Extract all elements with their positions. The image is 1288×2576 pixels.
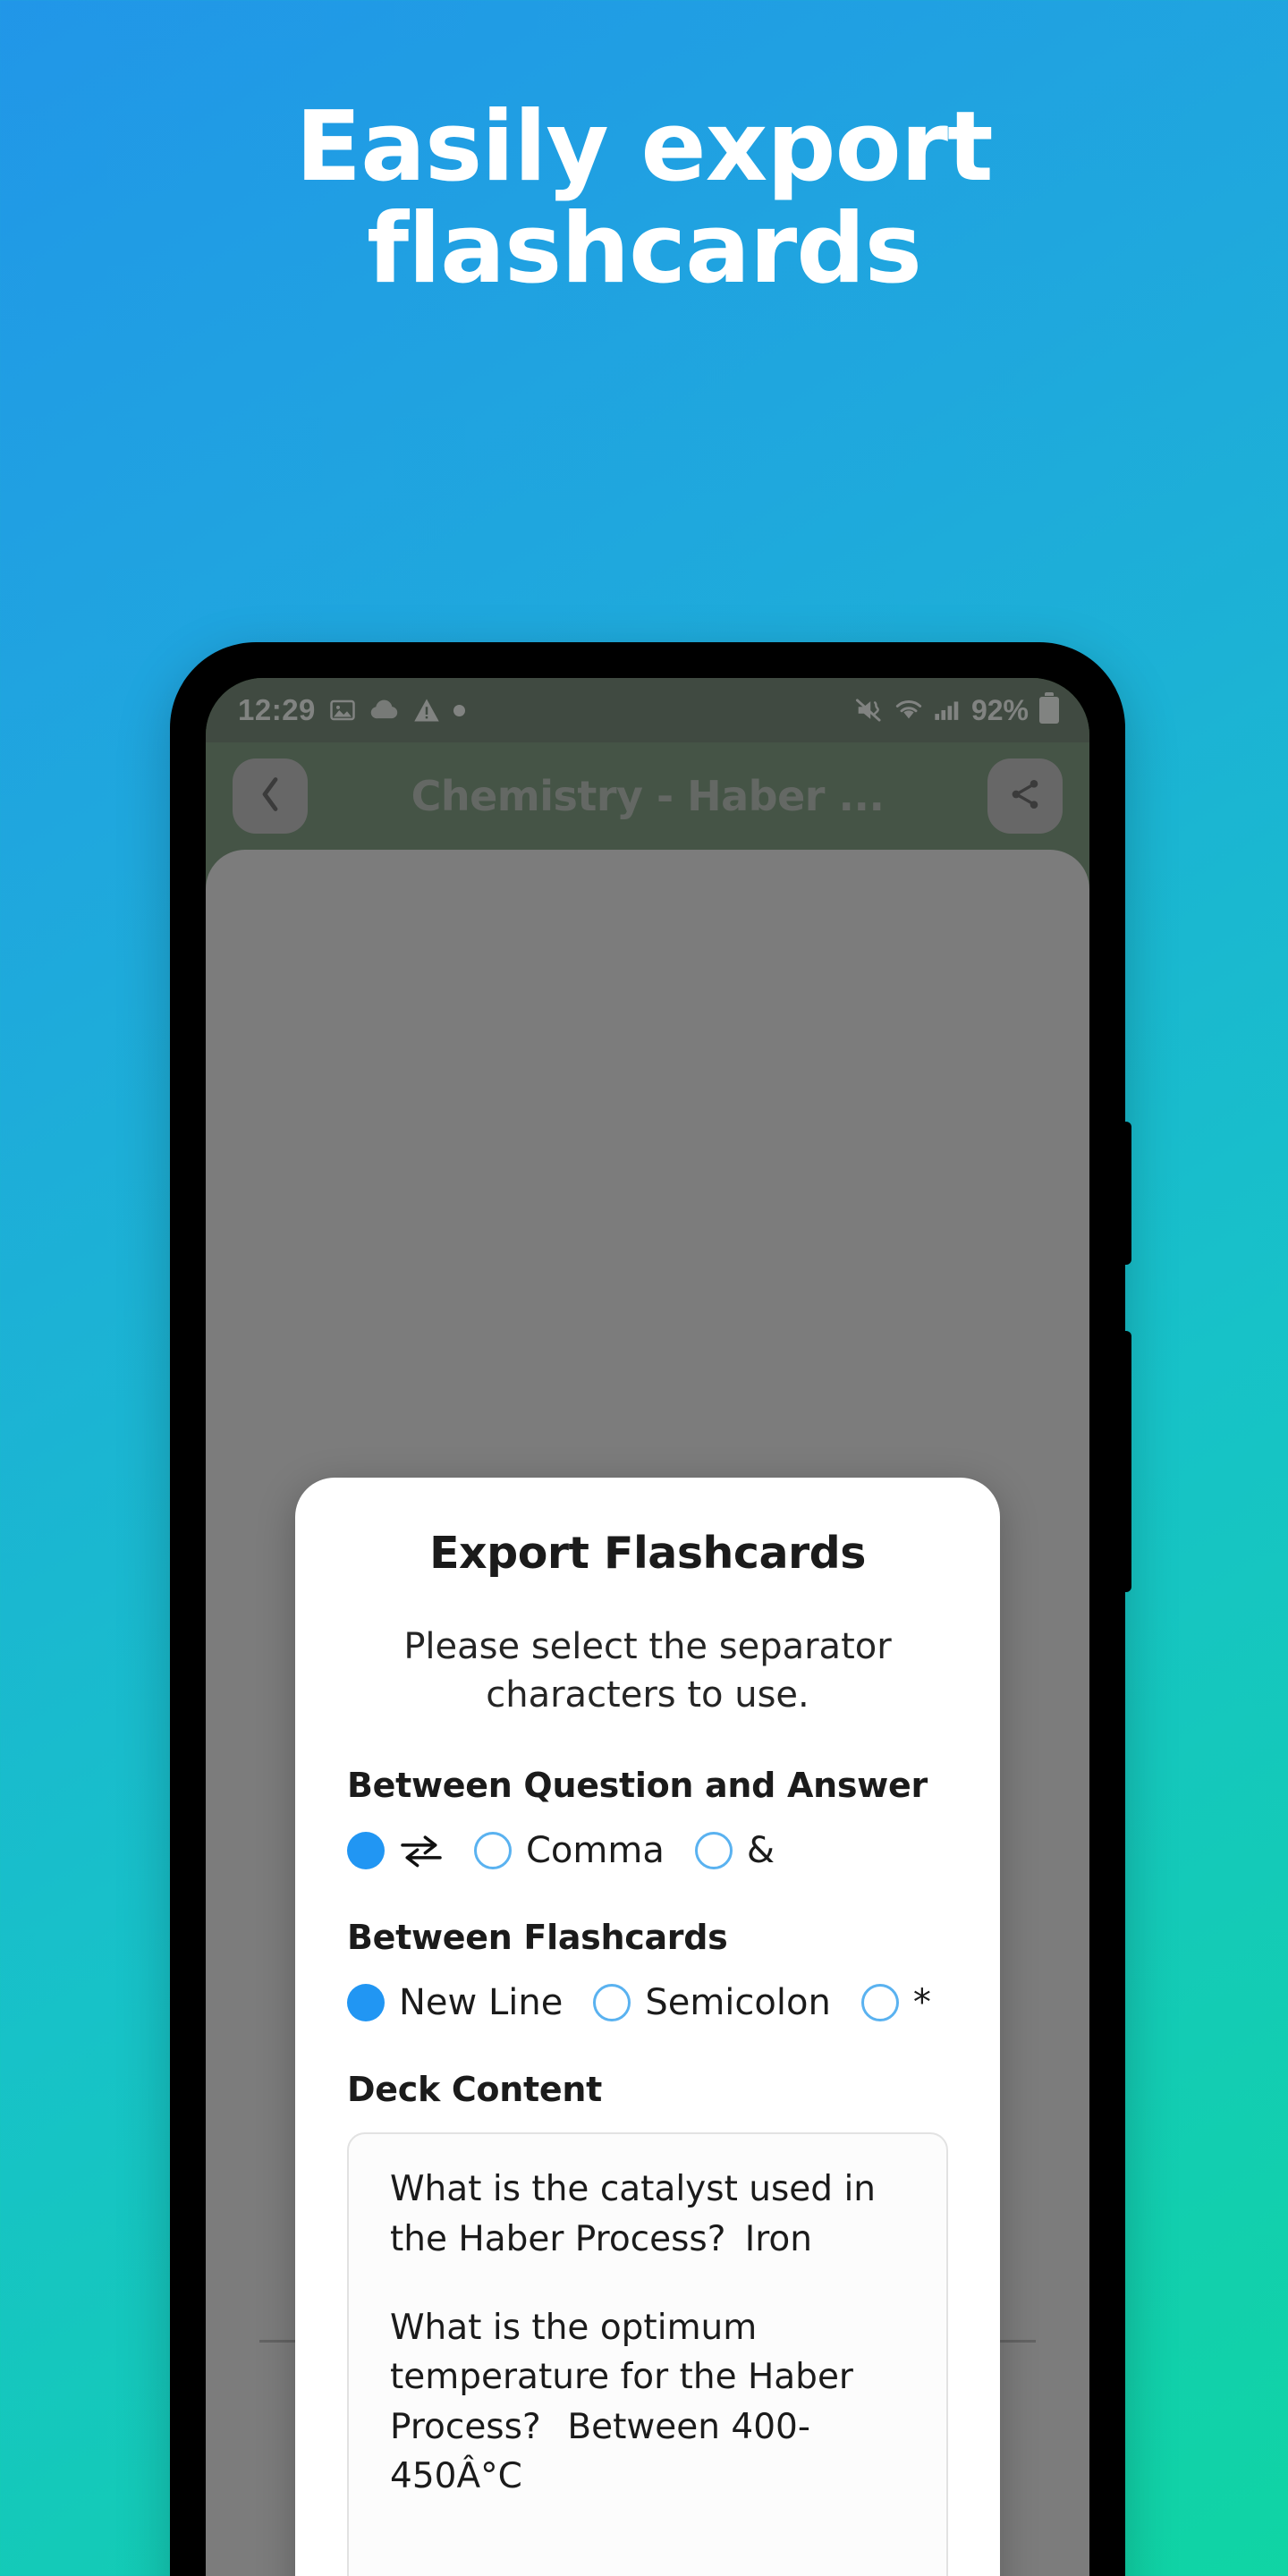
radio-label-new-line: New Line	[399, 1982, 564, 2024]
phone-device-frame: 12:29	[170, 642, 1131, 2576]
section-heading-flashcards: Between Flashcards	[347, 1918, 728, 1958]
export-flashcards-dialog: Export Flashcards Please select the sepa…	[295, 1478, 1000, 2576]
promo-headline-line-2: flashcards	[367, 193, 922, 306]
promo-headline-line-1: Easily export	[295, 91, 993, 203]
radio-option-ampersand[interactable]: &	[694, 1830, 775, 1872]
dialog-title: Export Flashcards	[429, 1528, 866, 1579]
radio-option-semicolon[interactable]: Semicolon	[593, 1982, 831, 2024]
phone-screen: 12:29	[206, 678, 1089, 2576]
radio-option-asterisk[interactable]: *	[860, 1982, 931, 2024]
radio-option-tab[interactable]	[347, 1832, 444, 1870]
radio-group-question-answer: Comma &	[295, 1830, 1000, 1871]
deck-content-preview[interactable]: What is the catalyst used in the Haber P…	[347, 2132, 948, 2576]
section-heading-question-answer: Between Question and Answer	[347, 1766, 928, 1806]
phone-side-button-top[interactable]	[1123, 1122, 1131, 1265]
radio-group-flashcards: New Line Semicolon *	[295, 1982, 1000, 2023]
tab-arrows-icon	[399, 1832, 444, 1869]
phone-side-button-bottom[interactable]	[1123, 1331, 1131, 1592]
radio-label-ampersand: &	[746, 1830, 775, 1872]
deck-entry: What is the catalyst used in the Haber P…	[390, 2169, 887, 2259]
section-heading-deck-content: Deck Content	[347, 2070, 602, 2110]
radio-indicator-selected	[347, 1984, 385, 2022]
radio-indicator-selected	[347, 1832, 385, 1870]
radio-indicator-unselected	[694, 1832, 733, 1870]
promo-headline: Easily export flashcards	[0, 91, 1288, 306]
radio-option-comma[interactable]: Comma	[474, 1830, 665, 1871]
radio-indicator-unselected	[474, 1832, 512, 1870]
radio-label-semicolon: Semicolon	[645, 1982, 831, 2024]
radio-indicator-unselected	[860, 1984, 899, 2022]
dialog-subtitle: Please select the separator characters t…	[403, 1626, 892, 1716]
radio-option-new-line[interactable]: New Line	[347, 1982, 563, 2023]
radio-label-comma: Comma	[526, 1830, 665, 1872]
deck-entry: What is the optimum temperature for the …	[390, 2307, 865, 2497]
radio-indicator-unselected	[593, 1984, 631, 2022]
radio-label-asterisk: *	[912, 1982, 931, 2024]
